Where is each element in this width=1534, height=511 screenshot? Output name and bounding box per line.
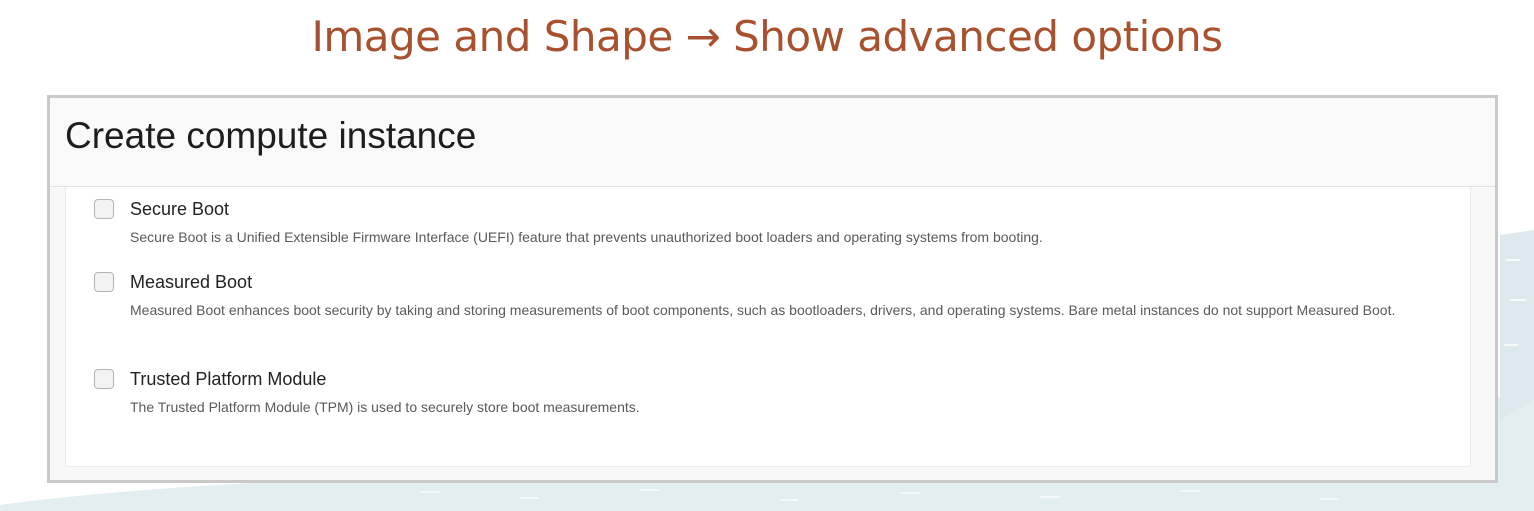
secure-boot-description: Secure Boot is a Unified Extensible Firm… (130, 229, 1043, 245)
tpm-checkbox[interactable] (94, 369, 114, 389)
create-instance-window: Create compute instance Secure Boot Secu… (47, 95, 1498, 483)
window-title: Create compute instance (65, 115, 477, 156)
measured-boot-label[interactable]: Measured Boot (130, 272, 252, 293)
slide-title: Image and Shape → Show advanced options (311, 12, 1223, 61)
tpm-description: The Trusted Platform Module (TPM) is use… (130, 399, 640, 415)
window-header: Create compute instance (50, 98, 1495, 187)
secure-boot-checkbox[interactable] (94, 199, 114, 219)
secure-boot-label[interactable]: Secure Boot (130, 199, 229, 220)
tpm-label[interactable]: Trusted Platform Module (130, 369, 326, 390)
advanced-options-panel: Secure Boot Secure Boot is a Unified Ext… (65, 187, 1471, 467)
measured-boot-checkbox[interactable] (94, 272, 114, 292)
measured-boot-description: Measured Boot enhances boot security by … (130, 302, 1396, 318)
